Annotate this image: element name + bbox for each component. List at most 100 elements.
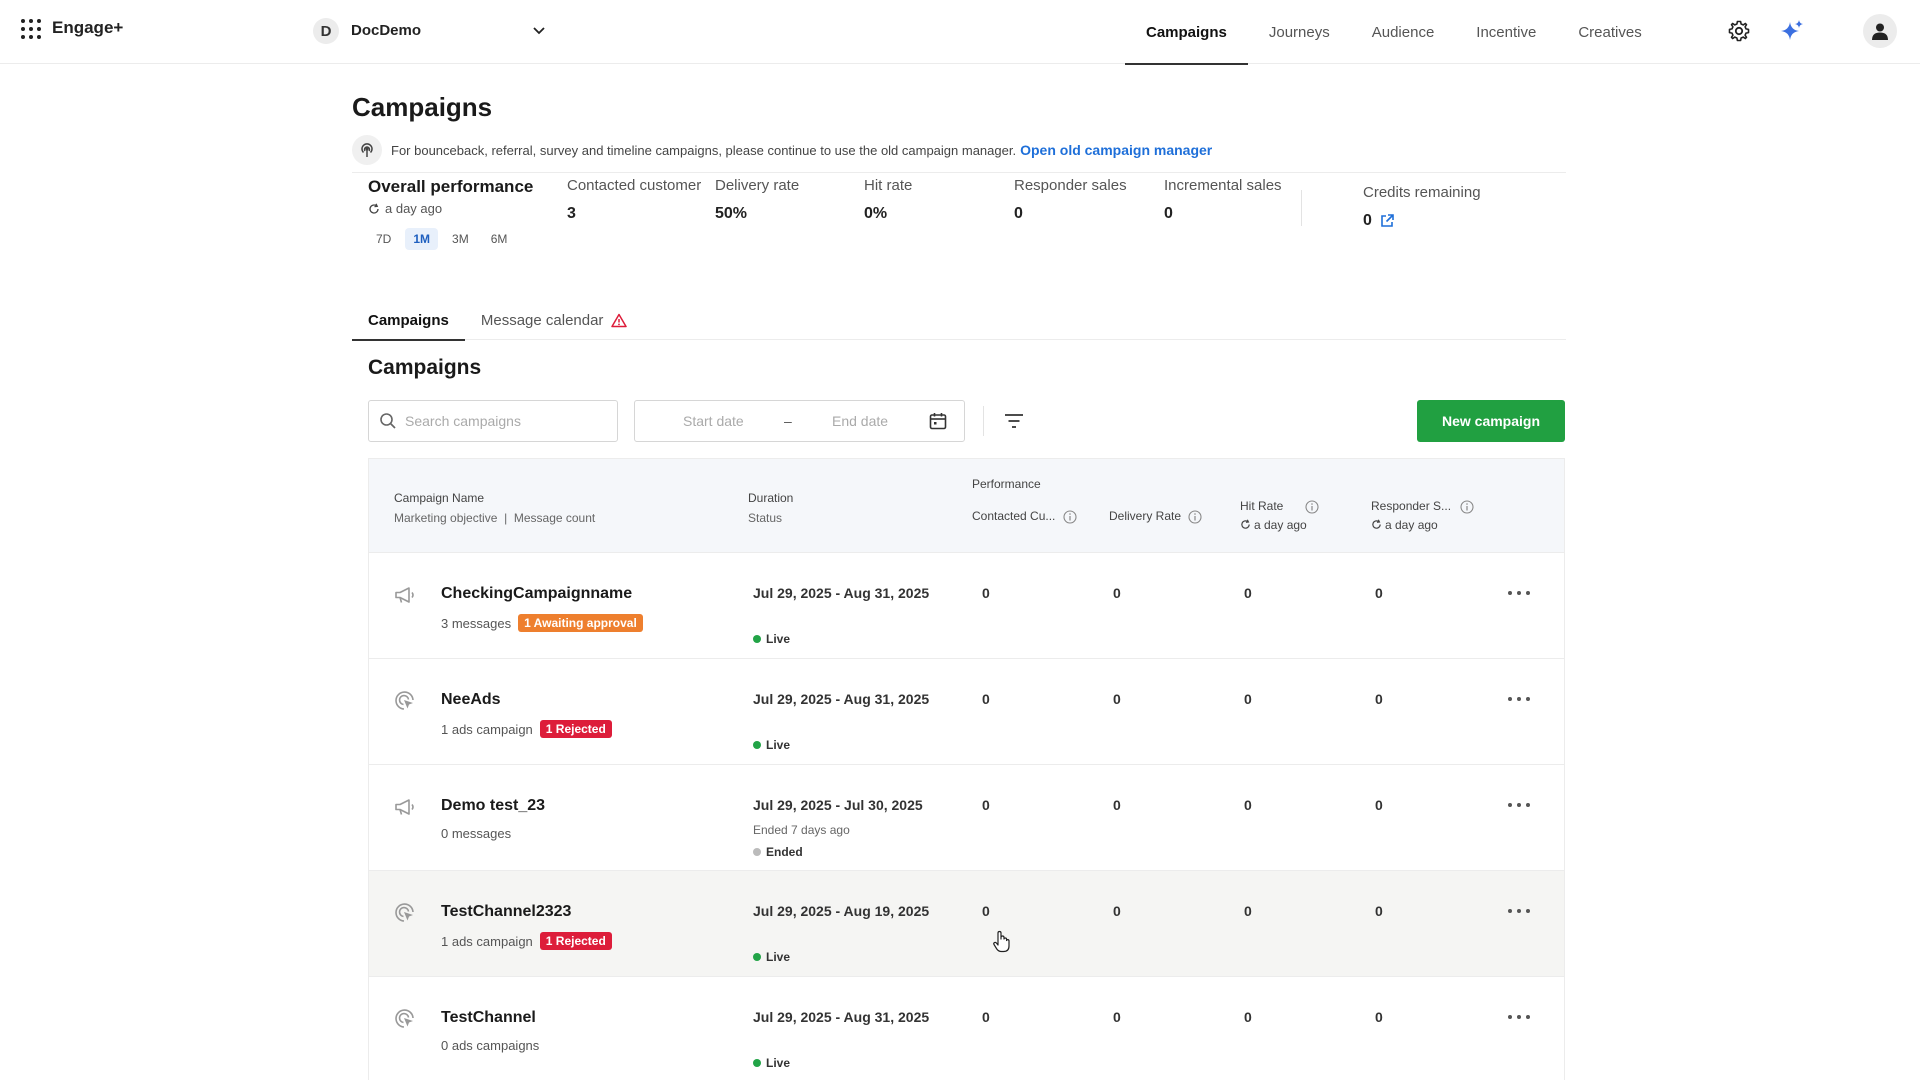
campaign-name[interactable]: NeeAds xyxy=(441,691,501,709)
workspace-avatar[interactable]: D xyxy=(313,18,339,44)
info-icon[interactable] xyxy=(1188,510,1202,524)
status-text: Live xyxy=(766,1056,791,1070)
workspace-name[interactable]: DocDemo xyxy=(351,22,421,39)
header-updated-text: a day ago xyxy=(1385,517,1438,532)
responder-sales-value: 0 xyxy=(1375,691,1383,707)
tab-message-calendar[interactable]: Message calendar xyxy=(465,300,644,340)
status-text: Live xyxy=(766,950,791,964)
date-separator: – xyxy=(784,413,792,429)
message-count: 1 ads campaign xyxy=(441,933,533,949)
refresh-icon[interactable] xyxy=(368,203,380,215)
delivery-rate-value: 0 xyxy=(1113,1009,1121,1025)
table-row[interactable]: NeeAds 1 ads campaign 1 Rejected Jul 29,… xyxy=(369,659,1564,765)
table-row[interactable]: CheckingCampaignname 3 messages 1 Awaiti… xyxy=(369,553,1564,659)
info-icon[interactable] xyxy=(1305,500,1319,514)
nav-campaigns[interactable]: Campaigns xyxy=(1125,0,1248,65)
user-avatar[interactable] xyxy=(1863,14,1897,48)
notice-banner: For bounceback, referral, survey and tim… xyxy=(352,135,1212,165)
campaigns-table: Campaign Name Marketing objective | Mess… xyxy=(368,458,1565,1080)
ai-sparkle-icon[interactable] xyxy=(1779,18,1805,44)
rejected-badge[interactable]: 1 Rejected xyxy=(539,720,612,738)
metric-label: Contacted customer xyxy=(567,177,702,194)
search-input[interactable] xyxy=(405,413,605,429)
status-text: Ended xyxy=(766,845,803,859)
new-campaign-button[interactable]: New campaign xyxy=(1417,400,1565,442)
range-selector: 7D 1M 3M 6M xyxy=(368,228,515,250)
campaign-duration: Jul 29, 2025 - Aug 19, 2025 xyxy=(753,903,930,919)
metric-label: Incremental sales xyxy=(1164,177,1282,194)
rejected-badge[interactable]: 1 Rejected xyxy=(539,932,612,950)
status-badge: Live xyxy=(753,738,790,752)
header-duration[interactable]: Duration Status xyxy=(748,491,793,525)
live-dot-icon xyxy=(753,635,761,643)
contacted-value: 0 xyxy=(982,1009,990,1025)
date-range-picker[interactable]: Start date – End date xyxy=(634,400,965,442)
message-count: 0 messages xyxy=(441,826,512,841)
metric-hit-rate: Hit rate 0% xyxy=(864,177,912,223)
metric-label: Responder sales xyxy=(1014,177,1127,194)
table-header: Campaign Name Marketing objective | Mess… xyxy=(369,459,1564,553)
responder-sales-value: 0 xyxy=(1375,797,1383,813)
range-3m[interactable]: 3M xyxy=(444,228,477,250)
refresh-icon[interactable] xyxy=(1240,519,1251,530)
metric-label: Hit rate xyxy=(864,177,913,194)
info-icon[interactable] xyxy=(1460,500,1474,514)
more-options-icon[interactable] xyxy=(1506,797,1532,813)
metric-value: 0 xyxy=(1164,205,1173,222)
more-options-icon[interactable] xyxy=(1506,691,1532,707)
header-label: Contacted Cu... xyxy=(972,509,1056,523)
divider xyxy=(983,406,984,436)
campaign-name[interactable]: CheckingCampaignname xyxy=(441,585,632,603)
campaign-name[interactable]: TestChannel2323 xyxy=(441,903,571,921)
campaign-name[interactable]: Demo test_23 xyxy=(441,797,545,815)
nav-audience[interactable]: Audience xyxy=(1351,0,1456,64)
more-options-icon[interactable] xyxy=(1506,585,1532,601)
range-7d[interactable]: 7D xyxy=(368,228,399,250)
app-grid-icon[interactable] xyxy=(21,19,41,39)
status-badge: Ended xyxy=(753,845,803,859)
table-row[interactable]: TestChannel 0 ads campaigns Jul 29, 2025… xyxy=(369,977,1564,1080)
responder-sales-value: 0 xyxy=(1375,903,1383,919)
brand-name[interactable]: Engage+ xyxy=(52,18,123,38)
end-date-field[interactable]: End date xyxy=(832,413,888,429)
nav-incentive[interactable]: Incentive xyxy=(1455,0,1557,64)
header-sublabel: Marketing objective xyxy=(394,511,498,525)
status-text: Live xyxy=(766,738,791,752)
credits-remaining: Credits remaining 0 xyxy=(1363,184,1481,230)
info-icon[interactable] xyxy=(1063,510,1077,524)
range-1m[interactable]: 1M xyxy=(405,228,439,250)
filter-icon[interactable] xyxy=(1004,412,1024,430)
more-options-icon[interactable] xyxy=(1506,1009,1532,1025)
header-delivery-rate[interactable]: Delivery Rate xyxy=(1109,509,1202,524)
header-hit-rate[interactable]: Hit Rate a day ago xyxy=(1240,499,1319,532)
more-options-icon[interactable] xyxy=(1506,903,1532,919)
tab-campaigns[interactable]: Campaigns xyxy=(352,300,465,341)
external-link-icon[interactable] xyxy=(1379,213,1395,229)
search-box[interactable] xyxy=(368,400,618,442)
header-label: Duration xyxy=(748,491,794,505)
refresh-icon[interactable] xyxy=(1371,519,1382,530)
awaiting-approval-badge[interactable]: 1 Awaiting approval xyxy=(518,614,643,632)
table-row[interactable]: TestChannel2323 1 ads campaign 1 Rejecte… xyxy=(369,871,1564,977)
table-row[interactable]: Demo test_23 0 messages Jul 29, 2025 - J… xyxy=(369,765,1564,871)
gear-icon[interactable] xyxy=(1727,19,1751,43)
open-old-campaign-manager-link[interactable]: Open old campaign manager xyxy=(1020,142,1212,158)
hit-rate-value: 0 xyxy=(1244,903,1252,919)
campaign-name[interactable]: TestChannel xyxy=(441,1009,536,1027)
calendar-icon[interactable] xyxy=(928,411,948,431)
campaign-duration: Jul 29, 2025 - Aug 31, 2025 xyxy=(753,585,930,601)
warning-icon xyxy=(611,313,628,327)
nav-creatives[interactable]: Creatives xyxy=(1557,0,1662,64)
start-date-field[interactable]: Start date xyxy=(683,413,744,429)
status-text: Live xyxy=(766,632,791,646)
campaigns-section-title: Campaigns xyxy=(368,356,482,379)
contacted-value: 0 xyxy=(982,797,990,813)
chevron-down-icon[interactable] xyxy=(531,22,547,38)
nav-journeys[interactable]: Journeys xyxy=(1248,0,1351,64)
message-count: 0 ads campaigns xyxy=(441,1038,540,1053)
header-contacted[interactable]: Contacted Cu... xyxy=(972,509,1077,524)
range-6m[interactable]: 6M xyxy=(483,228,516,250)
header-responder-sales[interactable]: Responder S... a day ago xyxy=(1371,499,1474,532)
ads-target-icon xyxy=(395,1009,414,1028)
header-campaign-name[interactable]: Campaign Name Marketing objective | Mess… xyxy=(394,491,595,525)
